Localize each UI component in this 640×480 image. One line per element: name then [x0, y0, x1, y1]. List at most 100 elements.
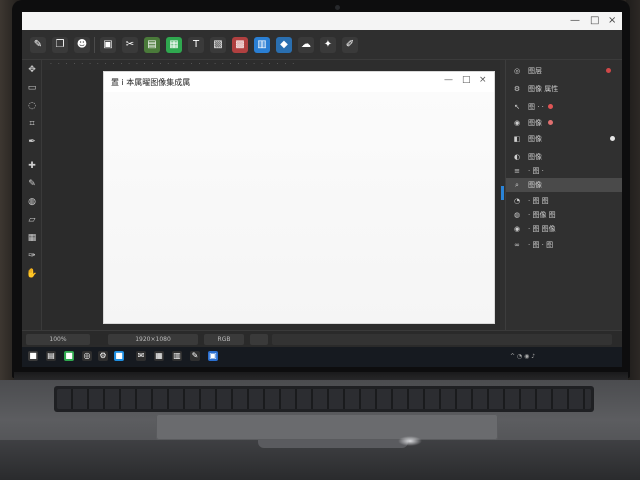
panel-row-label: 图像 — [528, 135, 542, 143]
cloud-icon[interactable]: ☁ — [298, 37, 314, 53]
dialog-canvas[interactable] — [104, 92, 494, 323]
panel-row[interactable]: ∞ · 图 · 图 — [506, 238, 622, 252]
heal-icon[interactable]: ✚ — [26, 160, 38, 172]
system-tray[interactable]: ^ ◔ ◉ ♪ — [510, 353, 535, 360]
panel-row-label: 图像 — [528, 119, 542, 127]
window-close-button[interactable]: × — [608, 14, 616, 28]
panel-row[interactable]: ≡ · 图 · — [506, 164, 622, 178]
start-icon[interactable]: ■ — [28, 351, 38, 361]
window-minimize-button[interactable]: — — [570, 14, 580, 28]
user-icon[interactable]: ☻ — [74, 37, 90, 53]
os-taskbar: ■ ▤ ■ ◎ ⚙ ■ ✉ ▦ ▥ ✎ ▣ ^ ◔ ◉ ♪ — [22, 347, 622, 367]
blue-app-icon[interactable]: ■ — [114, 351, 124, 361]
webcam-icon — [335, 5, 340, 10]
move-icon[interactable]: ✥ — [26, 64, 38, 76]
left-toolbox: ✥ ▭ ◌ ⌗ ✒ ✚ ✎ ◍ ▱ ▦ ✑ ✋ — [22, 60, 42, 330]
panel-row-label: 图像 — [528, 181, 542, 189]
window-maximize-button[interactable]: □ — [590, 14, 599, 28]
color-mode-readout: RGB — [204, 334, 244, 345]
shapes-icon[interactable]: ◆ — [276, 37, 292, 53]
options-bar: · · · · · · · · · · · · · · · · · · · · … — [42, 60, 500, 70]
scrollbar-thumb[interactable] — [501, 186, 504, 200]
palette-icon: ◎ — [513, 67, 521, 75]
panel-row[interactable]: ◉ · 图 图像 — [506, 222, 622, 236]
image-icon[interactable]: ▣ — [100, 37, 116, 53]
red-doc-icon[interactable]: ▩ — [232, 37, 248, 53]
marquee-icon[interactable]: ▭ — [26, 82, 38, 94]
status-options-button[interactable] — [250, 334, 268, 345]
hand-icon[interactable]: ✋ — [26, 268, 38, 280]
green-doc-icon[interactable]: ▦ — [166, 37, 182, 53]
panel-row-label: 图像 — [528, 153, 542, 161]
tag-icon[interactable]: ✦ — [320, 37, 336, 53]
scissors-icon[interactable]: ✂ — [122, 37, 138, 53]
text-icon[interactable]: T — [188, 37, 204, 53]
panel-row[interactable]: ◔ · 图 图 — [506, 194, 622, 208]
status-message-area — [272, 334, 612, 345]
red-indicator — [548, 104, 553, 109]
picture-icon[interactable]: ▧ — [210, 37, 226, 53]
pen-icon[interactable]: ✑ — [26, 250, 38, 262]
eyedropper-icon[interactable]: ✒ — [26, 136, 38, 148]
panel-row-label: · 图 图 — [528, 197, 549, 205]
bookmark-icon: ◧ — [513, 135, 521, 143]
panel-row[interactable]: ◧ 图像 — [506, 132, 622, 146]
options-dots: · · · · · · · · · · · · · · · · · · · · … — [50, 61, 297, 68]
eraser-icon[interactable]: ▱ — [26, 214, 38, 226]
trackpad — [156, 414, 498, 440]
brush-icon[interactable]: ✎ — [30, 37, 46, 53]
main-toolbar: ✎ ❐ ☻ ▣ ✂ ▤ ▦ T ▧ ▩ ▥ ◆ ☁ ✦ ✐ — [22, 30, 622, 60]
stamp-icon[interactable]: ◍ — [26, 196, 38, 208]
files-icon[interactable]: ▤ — [46, 351, 56, 361]
panel-row[interactable]: ◉ 图像 — [506, 116, 622, 130]
panel-row-selected[interactable]: ⌕ 图像 — [506, 178, 622, 192]
panel-row-label: · 图 · — [528, 167, 544, 175]
panel-row-label: · 图 图像 — [528, 225, 556, 233]
gear-task-icon[interactable]: ⚙ — [98, 351, 108, 361]
blue-doc-icon[interactable]: ▥ — [254, 37, 270, 53]
keyboard-keys — [57, 389, 591, 409]
panel-row-label: 图层 — [528, 67, 542, 75]
zoom-readout[interactable]: 100% — [26, 334, 90, 345]
brush-tool-icon[interactable]: ✎ — [26, 178, 38, 190]
gradient-icon[interactable]: ▦ — [26, 232, 38, 244]
panel-row[interactable]: ⚙ 图像 属性 — [506, 82, 622, 96]
dialog-minimize-button[interactable]: — — [444, 75, 453, 85]
link-icon: ∞ — [514, 241, 520, 249]
keyboard — [54, 386, 594, 412]
edit-task-icon[interactable]: ✎ — [190, 351, 200, 361]
document-dialog: 置 i 本属曜图像集成属 — □ × — [104, 72, 494, 323]
panel-row-label: 图 · · — [528, 103, 544, 111]
status-bar: 100% 1920×1080 RGB — [22, 330, 622, 347]
list-icon: ≡ — [514, 167, 520, 175]
panel-row-label: · 图 · 图 — [528, 241, 554, 249]
dialog-close-button[interactable]: × — [479, 75, 487, 85]
right-panel: ◎ 图层 ⚙ 图像 属性 ↖ 图 · · ◉ 图像 ◧ 图像 ◐ 图像 ≡ · … — [505, 60, 622, 330]
layer-icon[interactable]: ▤ — [144, 37, 160, 53]
doc-task-icon[interactable]: ▦ — [154, 351, 164, 361]
pink-indicator — [548, 120, 553, 125]
panel-row[interactable]: ◎ 图层 — [506, 64, 622, 78]
mail-icon[interactable]: ✉ — [136, 351, 146, 361]
panel-row[interactable]: ◐ 图像 — [506, 150, 622, 164]
crop-icon[interactable]: ⌗ — [26, 118, 38, 130]
green-app-icon[interactable]: ■ — [64, 351, 74, 361]
note-icon[interactable]: ▥ — [172, 351, 182, 361]
eye-visible-icon: ◉ — [513, 225, 521, 233]
laptop-screen: — □ × ✎ ❐ ☻ ▣ ✂ ▤ ▦ T ▧ ▩ ▥ ◆ ☁ ✦ ✐ ✥ ▭ … — [22, 12, 622, 367]
settings-icon: ⚙ — [513, 85, 521, 93]
photo-app-icon[interactable]: ▣ — [208, 351, 218, 361]
copy-icon[interactable]: ❐ — [52, 37, 68, 53]
cursor-icon: ↖ — [514, 103, 520, 111]
laptop-lid-notch — [258, 440, 408, 448]
panel-row[interactable]: ◍ · 图像 图 — [506, 208, 622, 222]
camera-icon: ◉ — [513, 119, 521, 127]
globe-icon: ◍ — [513, 211, 521, 219]
pencil-icon[interactable]: ✐ — [342, 37, 358, 53]
window-titlebar: — □ × — [22, 12, 622, 30]
panel-row[interactable]: ↖ 图 · · — [506, 100, 622, 114]
chrome-icon[interactable]: ◎ — [82, 351, 92, 361]
light-reflection — [398, 436, 422, 446]
lasso-icon[interactable]: ◌ — [26, 100, 38, 112]
dialog-maximize-button[interactable]: □ — [462, 75, 471, 85]
